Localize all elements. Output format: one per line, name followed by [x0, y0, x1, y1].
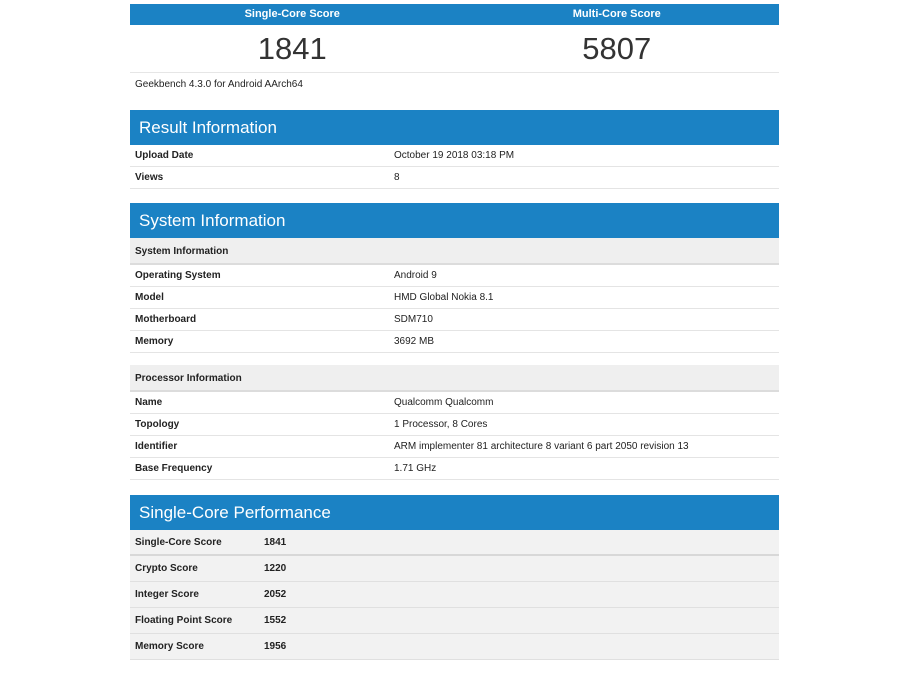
result-information-header: Result Information: [130, 110, 779, 145]
geekbench-version: Geekbench 4.3.0 for Android AArch64: [135, 79, 303, 90]
single-core-score-label: Single-Core Score: [244, 8, 340, 20]
row-key: Memory Score: [135, 641, 204, 652]
table-row: Name Qualcomm Qualcomm: [130, 392, 779, 414]
processor-information-subheader: Processor Information: [130, 365, 779, 392]
table-row: Upload Date October 19 2018 03:18 PM: [130, 145, 779, 167]
row-value: 1220: [264, 563, 287, 574]
table-row: Memory Score 1956: [130, 634, 779, 660]
single-core-performance-header: Single-Core Performance: [130, 495, 779, 530]
row-value: 1.71 GHz: [394, 463, 437, 474]
row-key: Base Frequency: [135, 463, 213, 474]
row-key: Motherboard: [135, 314, 197, 325]
table-row: Memory 3692 MB: [130, 331, 779, 353]
table-row: Motherboard SDM710: [130, 309, 779, 331]
row-key: Integer Score: [135, 589, 199, 600]
row-key: Name: [135, 397, 163, 408]
score-header: Single-Core Score Multi-Core Score: [130, 4, 779, 25]
table-row: Topology 1 Processor, 8 Cores: [130, 414, 779, 436]
row-key: Crypto Score: [135, 563, 198, 574]
table-row: Model HMD Global Nokia 8.1: [130, 287, 779, 309]
row-value: HMD Global Nokia 8.1: [394, 292, 494, 303]
table-row: Integer Score 2052: [130, 582, 779, 608]
table-row: Crypto Score 1220: [130, 556, 779, 582]
system-information-subheader: System Information: [130, 238, 779, 265]
table-row: Base Frequency 1.71 GHz: [130, 458, 779, 480]
row-value: Android 9: [394, 270, 437, 281]
row-key: Views: [135, 172, 164, 183]
row-key: Upload Date: [135, 150, 194, 161]
table-row: Identifier ARM implementer 81 architectu…: [130, 436, 779, 458]
table-row: Operating System Android 9: [130, 265, 779, 287]
row-key: Single-Core Score: [135, 537, 222, 548]
table-row: Views 8: [130, 167, 779, 189]
row-value: SDM710: [394, 314, 433, 325]
score-values: 1841 5807: [130, 25, 779, 73]
multi-core-score-label: Multi-Core Score: [572, 8, 661, 20]
row-value: 1 Processor, 8 Cores: [394, 419, 488, 430]
system-information-header: System Information: [130, 203, 779, 238]
row-value: 1552: [264, 615, 287, 626]
row-value: October 19 2018 03:18 PM: [394, 150, 515, 161]
multi-core-score-value: 5807: [582, 31, 652, 66]
row-key: Topology: [135, 419, 180, 430]
row-key: Model: [135, 292, 164, 303]
row-value: 8: [394, 172, 400, 183]
result-information-table: Upload Date October 19 2018 03:18 PM Vie…: [130, 145, 779, 189]
row-value: 3692 MB: [394, 336, 435, 347]
row-key: Floating Point Score: [135, 615, 233, 626]
row-value: Qualcomm Qualcomm: [394, 397, 494, 408]
row-value: 1956: [264, 641, 287, 652]
table-row: Floating Point Score 1552: [130, 608, 779, 634]
row-key: Identifier: [135, 441, 178, 452]
row-value: 1841: [264, 537, 287, 548]
row-key: Memory: [135, 336, 174, 347]
single-core-performance-table: Single-Core Score 1841 Crypto Score 1220…: [130, 530, 779, 660]
row-value: ARM implementer 81 architecture 8 varian…: [394, 441, 689, 452]
table-row: Single-Core Score 1841: [130, 530, 779, 556]
single-core-score-value: 1841: [257, 31, 327, 66]
system-information-table: Operating System Android 9 Model HMD Glo…: [130, 265, 779, 353]
row-key: Operating System: [135, 270, 221, 281]
row-value: 2052: [264, 589, 287, 600]
processor-information-table: Name Qualcomm Qualcomm Topology 1 Proces…: [130, 392, 779, 480]
geekbench-result: Single-Core Score Multi-Core Score 1841 …: [130, 4, 779, 660]
